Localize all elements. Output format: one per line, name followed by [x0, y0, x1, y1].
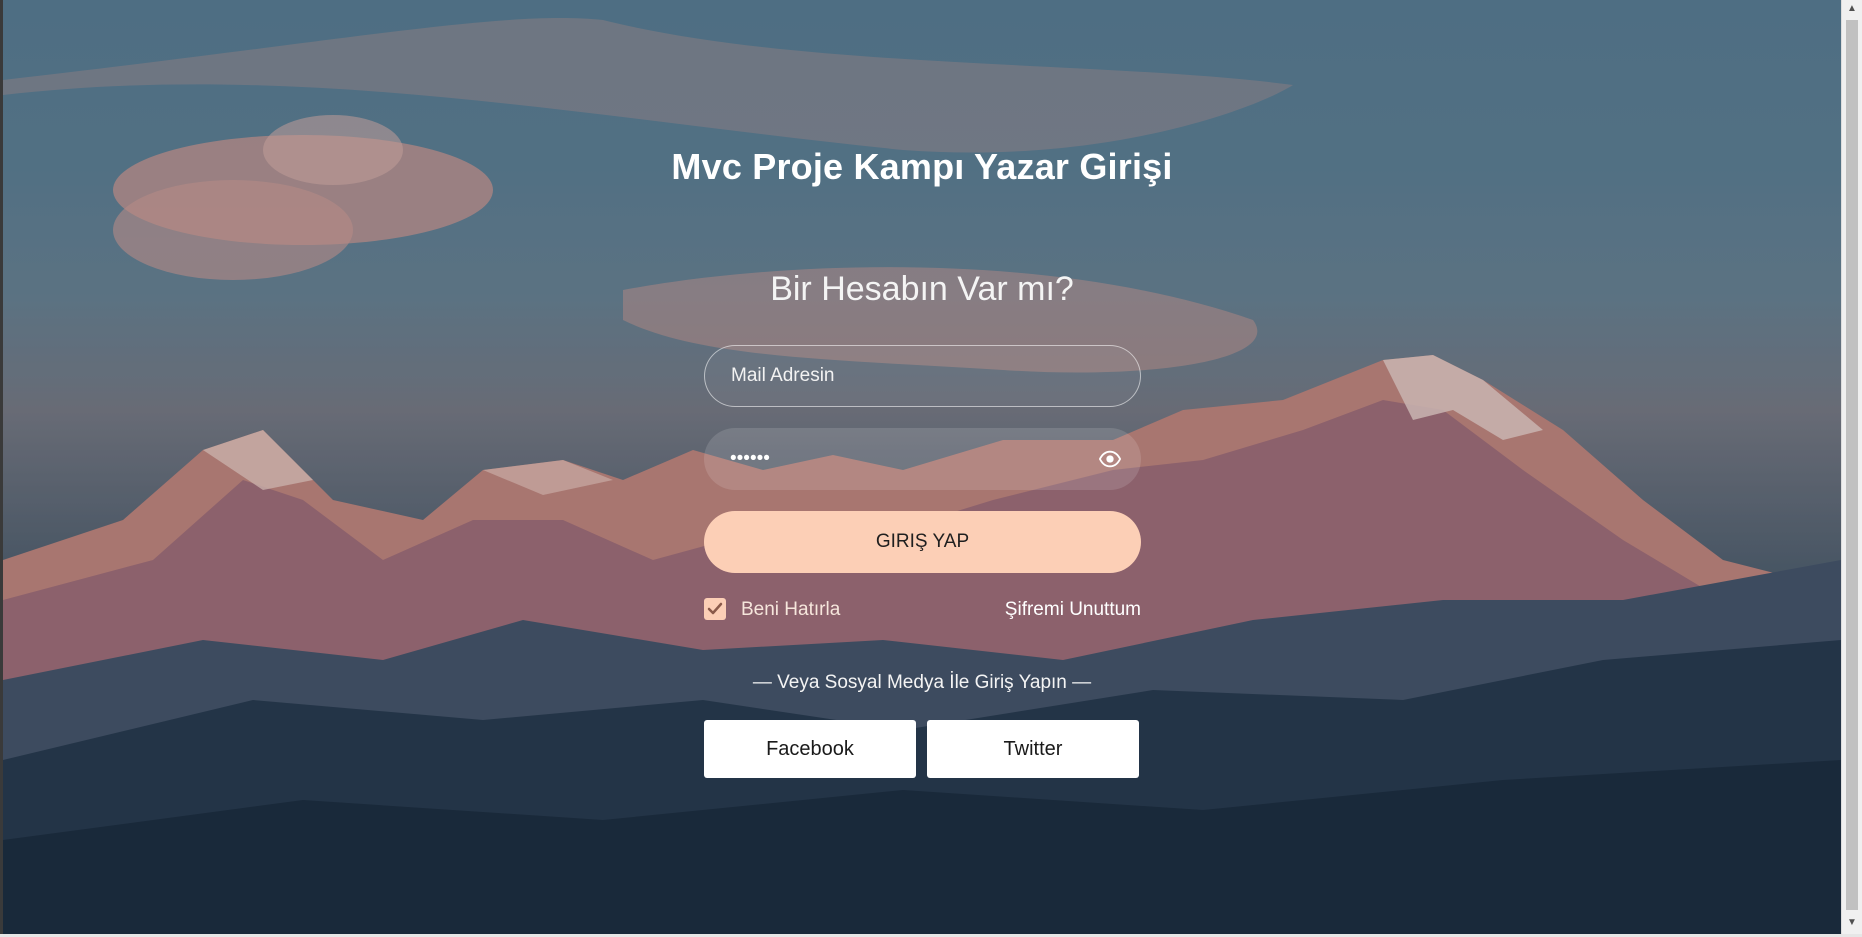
- check-icon: [707, 602, 723, 615]
- scroll-thumb[interactable]: [1846, 20, 1858, 910]
- remember-label[interactable]: Beni Hatırla: [741, 599, 840, 621]
- facebook-button[interactable]: Facebook: [704, 720, 916, 778]
- remember-checkbox[interactable]: [704, 598, 726, 620]
- scroll-down-icon[interactable]: ▼: [1842, 914, 1862, 932]
- email-input[interactable]: [705, 346, 1140, 406]
- login-button[interactable]: GIRIŞ YAP: [704, 511, 1141, 573]
- form-heading: Bir Hesabın Var mı?: [770, 270, 1074, 308]
- scroll-up-icon[interactable]: ▲: [1842, 0, 1862, 18]
- twitter-button[interactable]: Twitter: [927, 720, 1139, 778]
- social-divider-text: — Veya Sosyal Medya İle Giriş Yapın —: [752, 672, 1092, 693]
- email-field[interactable]: [704, 345, 1141, 407]
- forgot-password-link[interactable]: Şifremi Unuttum: [960, 599, 1141, 621]
- eye-icon[interactable]: [1099, 448, 1121, 470]
- password-field[interactable]: [704, 428, 1141, 490]
- vertical-scrollbar[interactable]: ▲ ▼: [1841, 0, 1862, 934]
- password-input[interactable]: [704, 428, 1141, 490]
- page-title: Mvc Proje Kampı Yazar Girişi: [671, 146, 1173, 187]
